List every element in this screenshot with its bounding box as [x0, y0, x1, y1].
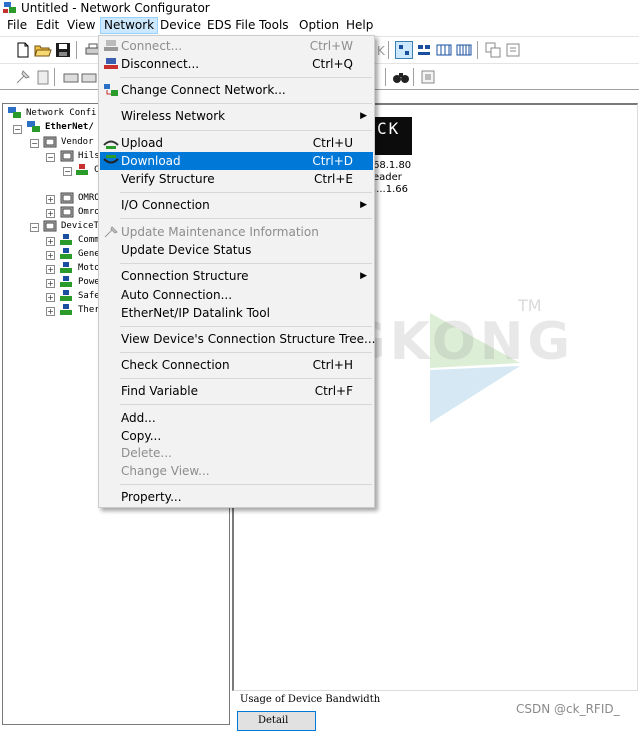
folder-icon	[43, 136, 57, 148]
tree-expand-toggle[interactable]: +	[46, 251, 55, 260]
menu-item-update-device-status[interactable]: Update Device Status	[100, 241, 373, 259]
paste-network-icon[interactable]	[504, 41, 522, 59]
menu-item-copy[interactable]: Copy...	[100, 427, 373, 445]
folder-icon	[60, 150, 74, 162]
tree-expand-toggle[interactable]: +	[46, 195, 55, 204]
menu-help[interactable]: Help	[343, 17, 376, 34]
menu-item-wireless-network[interactable]: Wireless Network ▶	[100, 107, 373, 125]
connect-icon	[104, 40, 118, 51]
device-ip-label: 68.1.80	[373, 160, 412, 171]
save-icon[interactable]	[54, 41, 72, 59]
tree-collapse-toggle[interactable]: −	[30, 223, 39, 232]
device-type-icon	[60, 304, 72, 315]
wrench-icon	[104, 226, 118, 238]
menu-device[interactable]: Device	[157, 17, 204, 34]
detail-button[interactable]: Detail	[237, 711, 316, 731]
copy-network-icon[interactable]	[484, 41, 502, 59]
network-dropdown-menu: Connect... Ctrl+W Disconnect... Ctrl+Q C…	[98, 35, 376, 508]
view-small-icon[interactable]	[395, 41, 413, 59]
menu-item-delete[interactable]: Delete...	[100, 444, 373, 462]
menu-item-check-connection[interactable]: Check Connection Ctrl+H	[100, 356, 373, 374]
tree-expand-toggle[interactable]: +	[46, 279, 55, 288]
change-network-icon	[104, 84, 118, 96]
menu-item-change-view[interactable]: Change View...	[100, 462, 373, 480]
menu-item-disconnect[interactable]: Disconnect... Ctrl+Q	[100, 55, 373, 73]
folder-icon	[60, 206, 74, 218]
menu-bar: File Edit View Network Device EDS File T…	[0, 16, 639, 35]
folder-icon	[43, 220, 57, 232]
view-grid-icon[interactable]	[435, 41, 453, 59]
device-name-label: eader	[373, 172, 402, 183]
device-type-icon	[60, 262, 72, 273]
device-type-icon	[60, 248, 72, 259]
tree-expand-toggle[interactable]: +	[46, 307, 55, 316]
menu-item-upload[interactable]: Upload Ctrl+U	[100, 134, 373, 152]
upload-icon	[103, 140, 119, 149]
menu-item-io-connection[interactable]: I/O Connection ▶	[100, 196, 373, 214]
menu-option[interactable]: Option	[296, 17, 342, 34]
tree-collapse-toggle[interactable]: −	[30, 139, 39, 148]
menu-network[interactable]: Network	[100, 17, 159, 34]
device-node[interactable]: CK	[372, 117, 412, 155]
menu-edit[interactable]: Edit	[33, 17, 62, 34]
disconnect-icon	[104, 58, 118, 69]
device-version-label: ....1.66	[373, 184, 408, 195]
binoculars-icon[interactable]	[392, 68, 410, 86]
download-tb-icon[interactable]	[80, 68, 98, 86]
tree-expand-toggle[interactable]: +	[46, 237, 55, 246]
menu-item-auto-connection[interactable]: Auto Connection...	[100, 286, 373, 304]
menu-item-view-connection-tree[interactable]: View Device's Connection Structure Tree.…	[100, 330, 376, 348]
device-type-icon	[60, 234, 72, 245]
tool-icon[interactable]	[14, 68, 32, 86]
menu-item-download[interactable]: Download Ctrl+D	[100, 152, 373, 170]
device-icon	[76, 164, 88, 175]
menu-item-connection-structure[interactable]: Connection Structure ▶	[100, 267, 373, 285]
menu-item-property[interactable]: Property...	[100, 488, 373, 506]
csdn-credit: CSDN @ck_RFID_	[516, 702, 620, 716]
submenu-arrow-icon: ▶	[360, 111, 367, 121]
submenu-arrow-icon: ▶	[360, 200, 367, 210]
open-folder-icon[interactable]	[34, 41, 52, 59]
menu-item-find-variable[interactable]: Find Variable Ctrl+F	[100, 382, 373, 400]
folder-icon	[60, 192, 74, 204]
network-configurator-icon	[3, 2, 16, 13]
tree-expand-toggle[interactable]: +	[46, 265, 55, 274]
menu-eds-file[interactable]: EDS File	[204, 17, 258, 34]
submenu-arrow-icon: ▶	[360, 271, 367, 281]
svg-text:K: K	[377, 44, 386, 58]
download-icon	[103, 155, 119, 164]
tree-expand-toggle[interactable]: +	[46, 209, 55, 218]
clipboard-icon[interactable]	[34, 68, 52, 86]
menu-item-add[interactable]: Add...	[100, 409, 373, 427]
view-list-icon[interactable]	[415, 41, 433, 59]
upload-tb-icon[interactable]	[62, 68, 80, 86]
new-file-icon[interactable]	[14, 41, 32, 59]
window-title: Untitled - Network Configurator	[21, 1, 210, 15]
bandwidth-label: Usage of Device Bandwidth	[240, 694, 381, 705]
menu-item-update-maintenance[interactable]: Update Maintenance Information	[100, 223, 373, 241]
menu-view[interactable]: View	[64, 17, 98, 34]
menu-item-verify-structure[interactable]: Verify Structure Ctrl+E	[100, 170, 373, 188]
tree-collapse-toggle[interactable]: −	[46, 153, 55, 162]
tree-collapse-toggle[interactable]: −	[63, 167, 72, 176]
view-detail-icon[interactable]	[455, 41, 473, 59]
device-type-icon	[60, 276, 72, 287]
device-type-icon	[60, 290, 72, 301]
menu-tools[interactable]: Tools	[256, 17, 292, 34]
menu-item-ethernetip-datalink[interactable]: EtherNet/IP Datalink Tool	[100, 304, 373, 322]
menu-file[interactable]: File	[4, 17, 30, 34]
tree-expand-toggle[interactable]: +	[46, 293, 55, 302]
tree-collapse-toggle[interactable]: −	[13, 125, 22, 134]
network-config-icon	[8, 107, 21, 118]
monitor-icon[interactable]	[419, 68, 437, 86]
ethernet-network-icon	[27, 121, 40, 132]
menu-item-change-connect-network[interactable]: Change Connect Network...	[100, 81, 373, 99]
menu-item-connect[interactable]: Connect... Ctrl+W	[100, 37, 373, 55]
